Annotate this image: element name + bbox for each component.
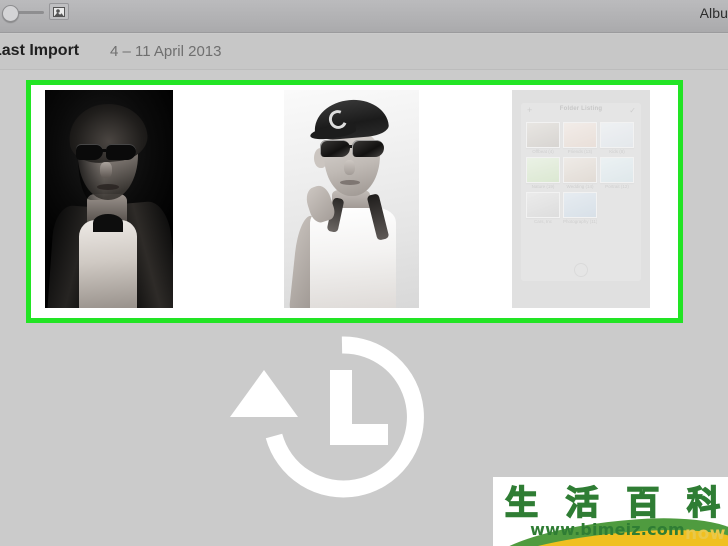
album-thumb	[600, 157, 634, 183]
photo2-sunglasses	[320, 140, 386, 158]
app-top-bar: + Folder Listing ✓	[521, 103, 641, 120]
rotate-left-icon	[230, 336, 424, 498]
home-button-icon	[574, 263, 588, 277]
album-cell: Offbeat (4)	[526, 122, 560, 154]
album-label: Nature (19)	[531, 184, 555, 189]
photo-strip: + Folder Listing ✓ Offbeat (4) Friends (…	[31, 85, 678, 318]
watermark-char-2: 活	[565, 482, 600, 523]
app-screen: + Folder Listing ✓ Offbeat (4) Friends (…	[521, 103, 641, 281]
toolbar-albums-label[interactable]: Albu	[700, 5, 728, 21]
album-label: Portrait (12)	[605, 184, 629, 189]
photo1-nose	[100, 162, 112, 178]
app-toolbar: Albu	[0, 0, 728, 33]
photo-icon-button[interactable]	[49, 3, 69, 20]
album-cell: Wedding (14)	[563, 157, 597, 189]
photo2-lens-left	[320, 140, 350, 157]
app-title: Folder Listing	[559, 106, 603, 112]
album-thumb	[526, 122, 560, 148]
photo1-tank-top	[79, 220, 137, 308]
rotate-left-shortcut-hint	[225, 332, 440, 500]
album-label: Friends (13)	[567, 149, 593, 154]
album-label: Wedding (14)	[566, 184, 594, 189]
album-cell: Kids (8)	[600, 122, 634, 154]
album-thumb	[563, 192, 597, 218]
album-cell: Friends (13)	[563, 122, 597, 154]
watermark-char-3: 百	[626, 482, 661, 523]
album-label: Offbeat (4)	[532, 149, 554, 154]
thumbnail-size-slider[interactable]	[2, 5, 44, 22]
photo-thumbnail-2[interactable]	[284, 90, 419, 308]
watermark-char-1: 生	[504, 482, 539, 523]
album-label: Photography (11)	[563, 219, 597, 224]
slider-knob[interactable]	[2, 5, 19, 22]
photo-thumbnail-1[interactable]	[45, 90, 173, 308]
photo1-lens-right	[106, 144, 136, 160]
album-thumb	[600, 122, 634, 148]
album-thumb	[526, 157, 560, 183]
album-cell: Portrait (12)	[600, 157, 634, 189]
photo-thumbnail-3[interactable]: + Folder Listing ✓ Offbeat (4) Friends (…	[512, 90, 650, 308]
photo2-nose	[344, 160, 355, 175]
selected-photo-row[interactable]: + Folder Listing ✓ Offbeat (4) Friends (…	[26, 80, 683, 323]
photo-icon	[53, 6, 65, 17]
album-grid: Offbeat (4) Friends (13) Kids (8) Nature…	[526, 122, 636, 224]
page-title: Last Import	[0, 42, 80, 59]
album-cell: Photography (11)	[563, 192, 597, 224]
album-label: Kids (8)	[609, 149, 625, 154]
watermark-char-4: 科	[686, 482, 721, 523]
photo1-mouth	[97, 184, 119, 190]
watermark: 生 活 百 科 now www.bimeiz.com	[493, 477, 728, 546]
photo1-lens-left	[76, 144, 103, 160]
photo2-lens-right	[352, 140, 384, 157]
app-screenshot: + Folder Listing ✓ Offbeat (4) Friends (…	[512, 90, 650, 308]
album-thumb	[563, 122, 597, 148]
check-icon: ✓	[629, 106, 636, 115]
album-thumb	[563, 157, 597, 183]
photo1-collar	[93, 214, 123, 232]
album-cell: Cars, Inc	[526, 192, 560, 224]
album-label: Cars, Inc	[533, 219, 552, 224]
album-cell: Nature (19)	[526, 157, 560, 189]
watermark-chinese-title: 生 活 百 科	[504, 481, 721, 523]
date-range-label: 4 – 11 April 2013	[110, 43, 222, 60]
watermark-url: www.bimeiz.com	[530, 520, 685, 539]
photo1-sunglasses	[76, 144, 138, 161]
photos-app-window: Albu Last Import 4 – 11 April 2013 + Fol…	[0, 0, 728, 546]
album-thumb	[526, 192, 560, 218]
event-header: Last Import 4 – 11 April 2013	[0, 34, 728, 70]
photo2-mouth	[340, 180, 360, 185]
